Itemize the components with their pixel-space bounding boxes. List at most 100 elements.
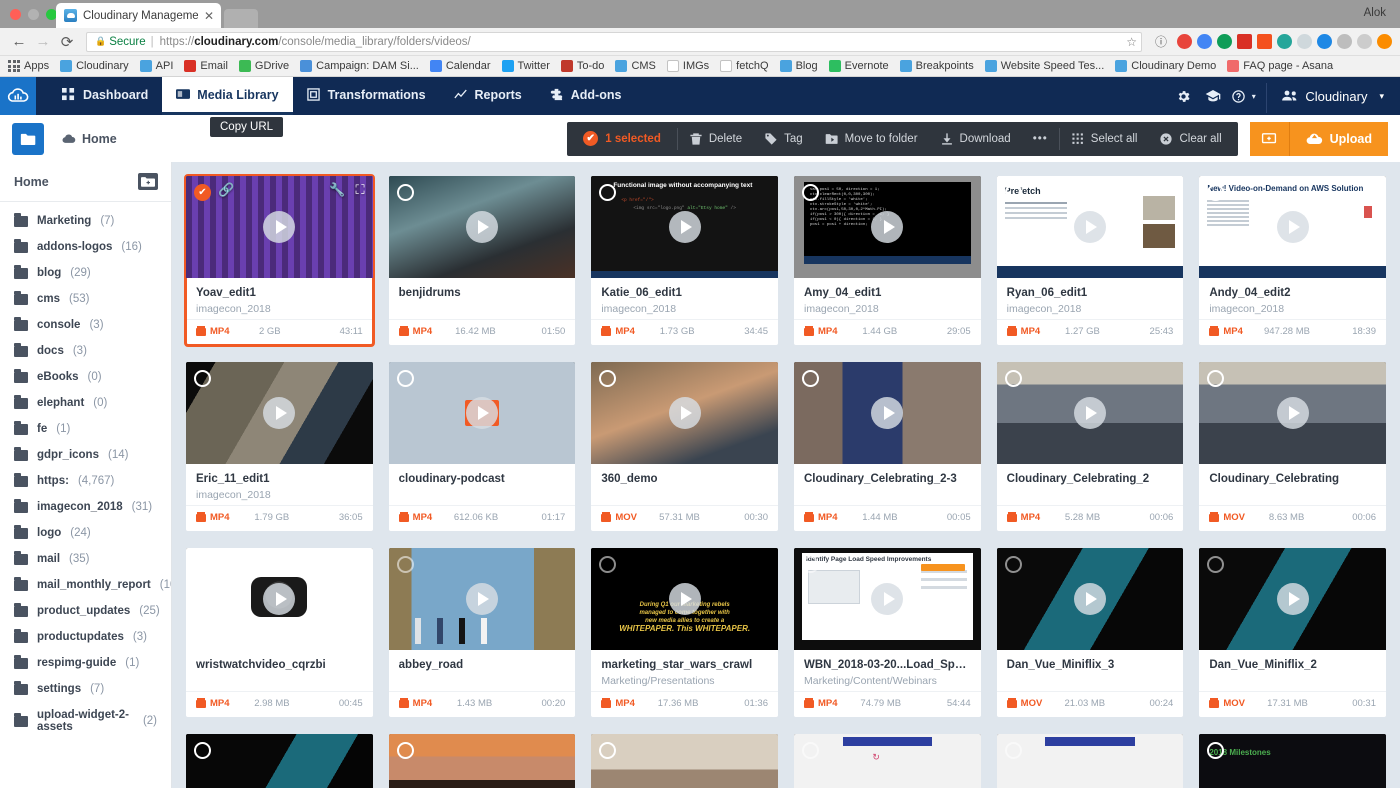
sidebar-item-productupdates[interactable]: productupdates (3) [0,624,171,650]
move-to-folder-button[interactable]: Move to folder [814,122,929,156]
asset-thumbnail[interactable]: 2018 Milestones [1199,734,1386,788]
sidebar-item-respimg-guide[interactable]: respimg-guide (1) [0,650,171,676]
bookmark-item[interactable]: Website Speed Tes... [984,60,1104,72]
reload-icon[interactable]: ⟳ [56,31,78,53]
play-icon[interactable] [668,397,701,429]
play-icon[interactable] [871,397,904,429]
asset-card[interactable]: Cloudinary_Celebrating MOV 8.63 MB 00:06 [1199,362,1386,531]
bookmark-item[interactable]: Campaign: DAM Si... [300,60,419,72]
asset-thumbnail[interactable]: ↻ [794,734,981,788]
asset-card[interactable]: var pos1 = 50, direction = 1; ctx.clearRe… [794,176,981,345]
bookmark-item[interactable]: API [139,60,173,72]
asset-card[interactable]: Identify Page Load Speed Improvements WBN… [794,548,981,717]
primary-nav[interactable]: Dashboard Media Library Transformations Rep… [48,77,635,115]
upload-group[interactable]: Upload [1249,121,1388,156]
bookmark-item[interactable]: Twitter [501,60,550,72]
cloudinary-logo-icon[interactable] [0,77,36,115]
sidebar-item-elephant[interactable]: elephant (0) [0,390,171,416]
sidebar-item-https[interactable]: https: (4,767) [0,468,171,494]
bookmark-item[interactable]: Cloudinary Demo [1115,60,1216,72]
extension-icon[interactable] [1357,34,1372,49]
chevron-down-icon[interactable]: ▾ [1379,91,1384,102]
sidebar-item-product-updates[interactable]: product_updates (25) [0,598,171,624]
nav-item-add-ons[interactable]: Add-ons [536,77,636,115]
asset-thumbnail[interactable]: var pos1 = 50, direction = 1; ctx.clearRe… [794,176,981,278]
asset-thumbnail[interactable] [186,548,373,650]
asset-card[interactable]: cloudinary-podcast MP4 612.06 KB 01:17 [388,362,576,531]
bookmark-item[interactable]: Calendar [429,60,491,72]
extension-icon[interactable] [1257,34,1272,49]
edit-transform-icon[interactable]: 🔧 [329,182,345,198]
sidebar-item-settings[interactable]: settings (7) [0,676,171,702]
minimize-window-button[interactable] [28,9,39,20]
asset-card[interactable]: Prefetch Ryan_06_edit1 imagecon_2018 MP4 1.2… [996,176,1184,345]
extensions-area[interactable]: ⓘ [1150,31,1392,53]
folder-icon[interactable] [12,122,44,155]
asset-card[interactable]: Eric_11_edit1 imagecon_2018 MP4 1.79 GB 36:0… [186,362,373,531]
asset-select-checkbox[interactable] [802,370,819,387]
sidebar-item-cms[interactable]: cms (53) [0,286,171,312]
more-actions-button[interactable]: ••• [1022,122,1059,156]
play-icon[interactable] [1073,397,1106,429]
asset-thumbnail[interactable] [388,176,576,278]
asset-select-checkbox[interactable] [396,370,414,387]
graduation-cap-icon[interactable] [1198,77,1228,115]
extension-icon[interactable] [1277,34,1292,49]
asset-thumbnail[interactable] [591,734,778,788]
extension-icon[interactable] [1337,34,1352,49]
asset-card[interactable]: During Q1 our marketing rebelsmanaged to… [591,548,778,717]
asset-card[interactable]: benjidrums MP4 16.42 MB 01:50 [388,176,576,345]
extension-icon[interactable] [1377,34,1392,49]
sidebar-item-marketing[interactable]: Marketing (7) [0,208,171,234]
play-icon[interactable] [263,583,296,615]
asset-thumbnail[interactable] [388,362,576,464]
asset-card[interactable]: wristwatchvideo_cqrzbi MP4 2.98 MB 00:45 [186,548,373,717]
delete-button[interactable]: Delete [678,122,753,156]
play-icon[interactable] [465,583,498,615]
crop-icon[interactable]: ⛶ [356,182,365,198]
download-button[interactable]: Download [929,122,1022,156]
sidebar-item-mail-monthly-report[interactable]: mail_monthly_report (10) [0,572,171,598]
asset-select-checkbox[interactable] [194,370,211,387]
asset-select-checkbox[interactable] [1004,556,1022,573]
bookmark-item[interactable]: Email [184,60,228,72]
new-tab-placeholder[interactable] [224,9,258,28]
back-icon[interactable]: ← [8,31,30,53]
sidebar-item-fe[interactable]: fe (1) [0,416,171,442]
asset-card[interactable]: Dan_Vue_Miniflix_2 MOV 17.31 MB 00:31 [1199,548,1386,717]
bookmark-item[interactable]: FAQ page - Asana [1227,60,1333,72]
asset-thumbnail[interactable]: 🔗 🔧 ⛶ [186,176,373,278]
sidebar-home-label[interactable]: Home [14,175,49,189]
asset-thumbnail[interactable]: Identify Page Load Speed Improvements [794,548,981,650]
chevron-down-icon[interactable]: ▾ [1252,92,1256,101]
asset-select-checkbox[interactable] [1004,184,1022,201]
account-menu[interactable]: Cloudinary ▾ [1305,89,1400,104]
sidebar-item-imagecon-2018[interactable]: imagecon_2018 (31) [0,494,171,520]
asset-card[interactable]: New! Video-on-Demand on AWS Solution Andy… [1199,176,1386,345]
tab-strip[interactable]: Cloudinary Management Cons ✕ [56,0,258,28]
asset-thumbnail[interactable]: During Q1 our marketing rebelsmanaged to… [591,548,778,650]
asset-select-checkbox[interactable] [396,556,414,573]
bookmark-item[interactable]: Breakpoints [899,60,974,72]
asset-card[interactable]: ↻ [794,734,981,788]
sidebar-item-ebooks[interactable]: eBooks (0) [0,364,171,390]
window-controls[interactable] [10,9,57,20]
asset-thumbnail[interactable] [388,734,576,788]
bookmark-item[interactable]: CMS [615,60,656,72]
browser-profile-name[interactable]: Alok [1364,7,1386,19]
clear-all-button[interactable]: Clear all [1148,122,1237,156]
asset-select-checkbox[interactable] [802,556,819,573]
asset-select-checkbox[interactable] [802,184,819,201]
nav-item-media-library[interactable]: Media Library [162,77,293,115]
bookmark-item[interactable]: IMGs [666,60,709,72]
extension-icon[interactable] [1217,34,1232,49]
asset-thumbnail[interactable] [996,362,1184,464]
asset-select-checkbox[interactable] [194,556,211,573]
bookmark-item[interactable]: To-do [560,60,604,72]
asset-select-checkbox[interactable] [396,184,414,201]
asset-card[interactable]: Cloudinary_Celebrating_2 MP4 5.28 MB 00:06 [996,362,1184,531]
asset-thumbnail[interactable]: Prefetch [996,176,1184,278]
asset-thumbnail[interactable]: Functional image without accompanying te… [591,176,778,278]
asset-select-checkbox[interactable] [802,742,819,759]
asset-thumbnail[interactable] [996,548,1184,650]
